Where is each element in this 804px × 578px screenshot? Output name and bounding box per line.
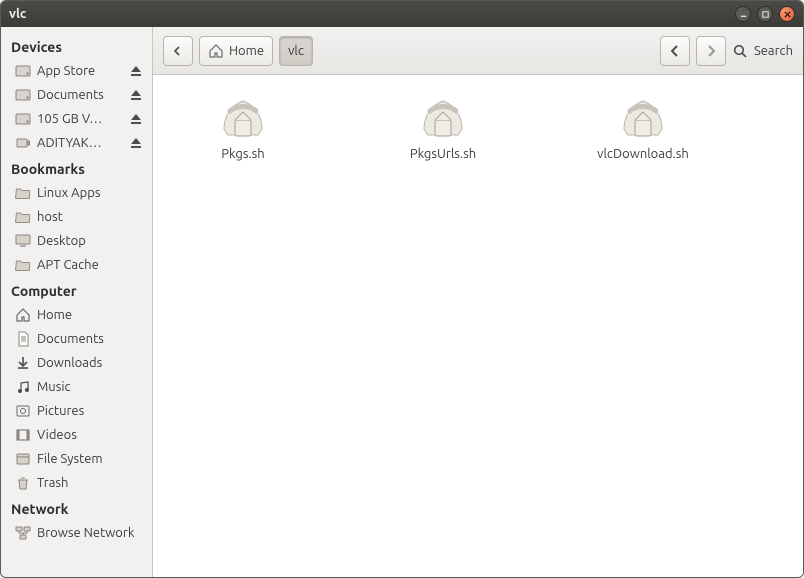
nav-forward-button[interactable] [696,36,726,66]
file-item[interactable]: vlcDownload.sh [583,95,703,161]
computer-heading: Computer [1,277,152,303]
sidebar-item-label: Home [37,308,72,322]
music-icon [15,379,31,395]
usb-drive-icon [15,135,31,151]
sidebar-item-label: App Store [37,64,95,78]
shell-script-icon [218,95,268,141]
eject-icon[interactable] [128,111,144,127]
search-label: Search [754,44,793,58]
sidebar-computer-documents[interactable]: Documents [1,327,152,351]
chevron-left-icon [170,43,186,59]
sidebar-item-label: Trash [37,476,68,490]
sidebar-item-label: host [37,210,63,224]
documents-icon [15,331,31,347]
sidebar-item-label: Browse Network [37,526,134,540]
drive-icon [15,63,31,79]
breadcrumb-current[interactable]: vlc [279,36,313,66]
places-sidebar: Devices App Store Documents 105 GB V… AD… [1,27,153,577]
arrow-left-icon [667,43,683,59]
eject-icon[interactable] [128,135,144,151]
home-icon [15,307,31,323]
bookmarks-heading: Bookmarks [1,155,152,181]
file-item[interactable]: Pkgs.sh [183,95,303,161]
breadcrumb-label: vlc [288,44,304,58]
minimize-button[interactable] [735,6,751,22]
sidebar-network-browse[interactable]: Browse Network [1,521,152,545]
sidebar-device-documents[interactable]: Documents [1,83,152,107]
file-manager-window: vlc Devices App Store Documents 105 GB V… [0,0,804,578]
desktop-icon [15,233,31,249]
sidebar-item-label: File System [37,452,103,466]
file-name: vlcDownload.sh [597,147,689,161]
folder-icon [15,257,31,273]
main-area: Home vlc Search Pkgs.sh PkgsUrls.sh vlcD… [153,27,803,577]
shell-script-icon [418,95,468,141]
sidebar-item-label: APT Cache [37,258,99,272]
file-name: Pkgs.sh [221,147,264,161]
network-icon [15,525,31,541]
sidebar-computer-downloads[interactable]: Downloads [1,351,152,375]
sidebar-computer-music[interactable]: Music [1,375,152,399]
breadcrumb-label: Home [229,44,264,58]
sidebar-computer-pictures[interactable]: Pictures [1,399,152,423]
toolbar: Home vlc Search [153,27,803,75]
search-icon [732,43,748,59]
file-grid: Pkgs.sh PkgsUrls.sh vlcDownload.sh [183,95,773,161]
sidebar-computer-home[interactable]: Home [1,303,152,327]
sidebar-item-label: 105 GB V… [37,112,102,126]
sidebar-computer-videos[interactable]: Videos [1,423,152,447]
sidebar-bookmark-linux-apps[interactable]: Linux Apps [1,181,152,205]
sidebar-item-label: Documents [37,332,104,346]
sidebar-device-105gb[interactable]: 105 GB V… [1,107,152,131]
sidebar-device-adityak[interactable]: ADITYAK… [1,131,152,155]
eject-icon[interactable] [128,63,144,79]
sidebar-item-label: Pictures [37,404,84,418]
trash-icon [15,475,31,491]
sidebar-item-label: Documents [37,88,104,102]
sidebar-item-label: Downloads [37,356,102,370]
pictures-icon [15,403,31,419]
sidebar-item-label: Desktop [37,234,86,248]
sidebar-item-label: ADITYAK… [37,136,102,150]
videos-icon [15,427,31,443]
folder-icon [15,185,31,201]
breadcrumb-home[interactable]: Home [199,36,273,66]
path-back-button[interactable] [163,36,193,66]
window-body: Devices App Store Documents 105 GB V… AD… [1,27,803,577]
shell-script-icon [618,95,668,141]
home-icon [208,43,224,59]
sidebar-item-label: Music [37,380,71,394]
sidebar-item-label: Linux Apps [37,186,100,200]
maximize-button[interactable] [757,6,773,22]
titlebar[interactable]: vlc [1,1,803,27]
sidebar-device-app-store[interactable]: App Store [1,59,152,83]
eject-icon[interactable] [128,87,144,103]
sidebar-computer-filesystem[interactable]: File System [1,447,152,471]
sidebar-bookmark-host[interactable]: host [1,205,152,229]
downloads-icon [15,355,31,371]
window-controls [735,6,795,22]
filesystem-icon [15,451,31,467]
drive-icon [15,111,31,127]
window-title: vlc [9,7,26,21]
arrow-right-icon [703,43,719,59]
drive-icon [15,87,31,103]
sidebar-bookmark-desktop[interactable]: Desktop [1,229,152,253]
sidebar-item-label: Videos [37,428,77,442]
sidebar-bookmark-apt-cache[interactable]: APT Cache [1,253,152,277]
file-view[interactable]: Pkgs.sh PkgsUrls.sh vlcDownload.sh [153,75,803,577]
sidebar-computer-trash[interactable]: Trash [1,471,152,495]
file-item[interactable]: PkgsUrls.sh [383,95,503,161]
nav-back-button[interactable] [660,36,690,66]
search-button[interactable]: Search [732,43,793,59]
close-button[interactable] [779,6,795,22]
folder-icon [15,209,31,225]
network-heading: Network [1,495,152,521]
devices-heading: Devices [1,33,152,59]
file-name: PkgsUrls.sh [410,147,476,161]
